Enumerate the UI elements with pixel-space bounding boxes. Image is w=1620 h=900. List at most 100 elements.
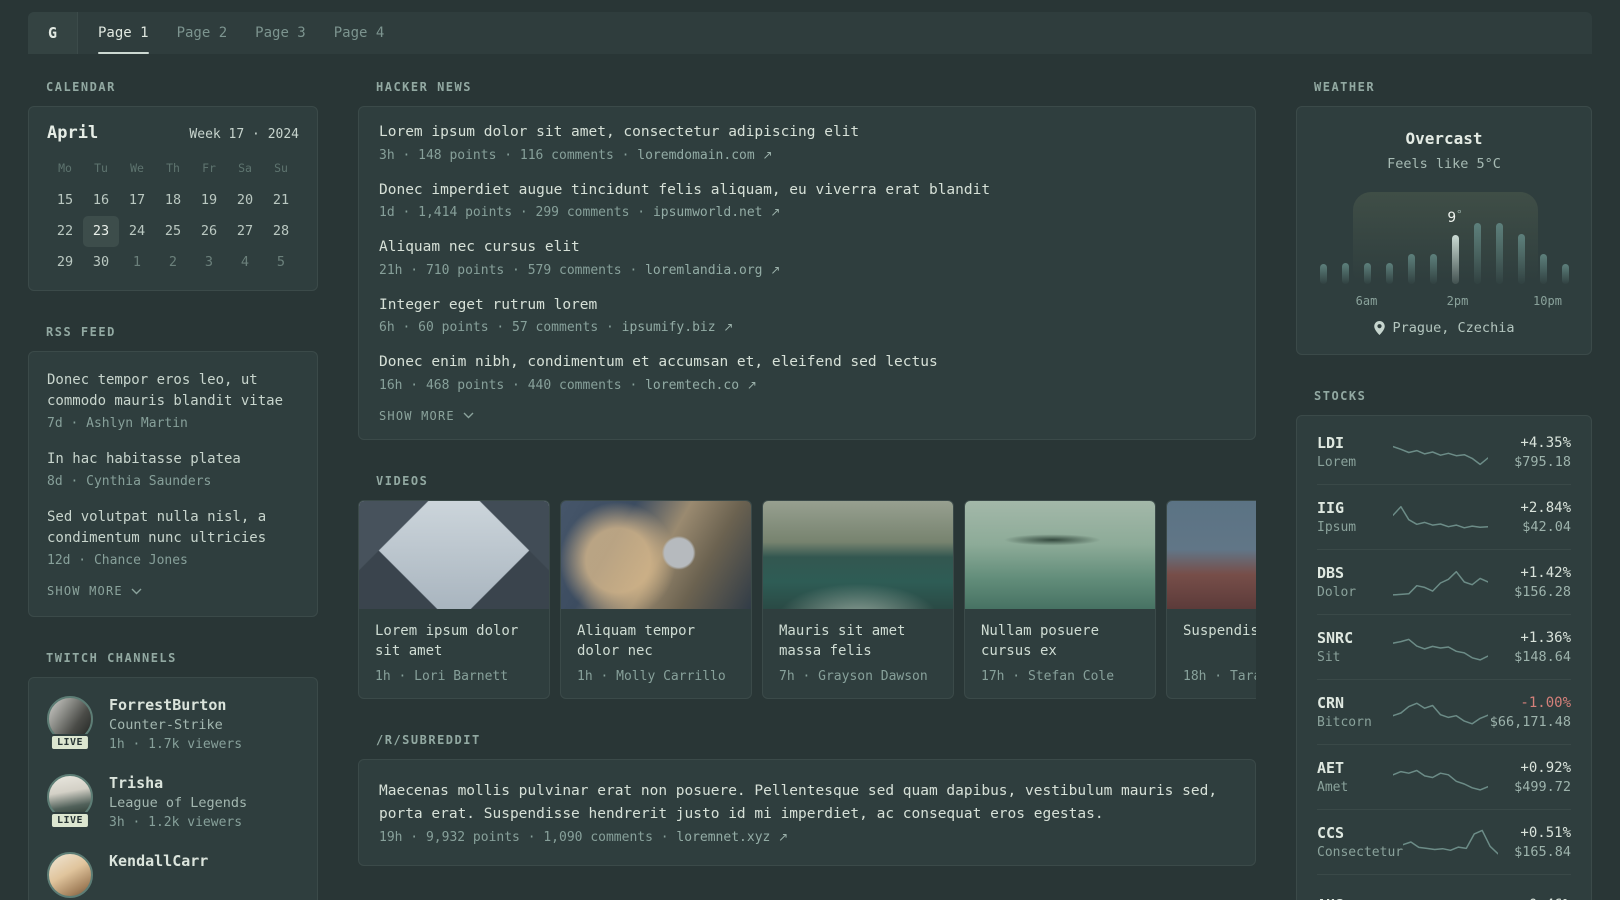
stock-row[interactable]: IIG Ipsum +2.84% $42.04 [1317, 484, 1571, 549]
time-label: 2pm [1446, 294, 1469, 308]
video-thumbnail[interactable] [763, 500, 953, 609]
video-meta: 18h · Tara [1183, 668, 1256, 684]
hn-show-more-button[interactable]: SHOW MORE [379, 409, 1235, 423]
hn-item-title[interactable]: Donec enim nibh, condimentum et accumsan… [379, 353, 1235, 373]
rss-show-more-button[interactable]: SHOW MORE [47, 584, 299, 598]
video-thumbnail[interactable] [359, 500, 549, 609]
channel-name[interactable]: ForrestBurton [109, 696, 242, 714]
reddit-post-domain[interactable]: loremnet.xyz [676, 830, 770, 845]
hn-item-domain[interactable]: loremdomain.com [637, 148, 754, 163]
calendar-card: April Week 17 · 2024 Mo Tu We Th Fr Sa S… [28, 106, 318, 291]
stock-ticker[interactable]: LDI [1317, 434, 1393, 452]
calendar-header: CALENDAR [46, 80, 116, 94]
video-title[interactable]: Mauris sit amet massa felis [779, 621, 937, 662]
stock-row[interactable]: DBS Dolor +1.42% $156.28 [1317, 549, 1571, 614]
video-title[interactable]: Nullam posuere cursus ex [981, 621, 1139, 662]
rss-item-title[interactable]: In hac habitasse platea [47, 449, 299, 470]
tab-page-4[interactable]: Page 4 [334, 12, 385, 54]
stock-ticker[interactable]: CRN [1317, 694, 1393, 712]
hn-item-meta: 16h · 468 points · 440 comments · loremt… [379, 377, 757, 393]
logo[interactable]: G [28, 12, 78, 54]
hn-item-domain[interactable]: loremtech.co [645, 378, 739, 393]
calendar-day: 18 [164, 192, 182, 208]
hn-item-title[interactable]: Aliquam nec cursus elit [379, 238, 1235, 258]
weather-bar-chart: 9° 6am 2pm 10pm [1319, 192, 1569, 308]
calendar-day: 22 [56, 223, 74, 239]
stock-row[interactable]: CCS Consectetur +0.51% $165.84 [1317, 809, 1571, 874]
twitch-channel[interactable]: KendallCarr [47, 852, 299, 898]
video-title[interactable]: Lorem ipsum dolor sit amet consectetu… [375, 621, 533, 662]
stock-change: +0.51% [1520, 824, 1571, 841]
video-card[interactable]: Aliquam tempor dolor nec pharetra… 1h · … [560, 499, 752, 699]
hn-item-domain[interactable]: ipsumworld.net [653, 205, 763, 220]
external-link-icon: ↗ [723, 320, 734, 335]
stock-price: $165.84 [1514, 843, 1571, 860]
hn-item-meta: 1d · 1,414 points · 299 comments · ipsum… [379, 205, 781, 221]
videos-header: VIDEOS [376, 473, 429, 488]
calendar-grid: Mo Tu We Th Fr Sa Su 15 16 17 18 19 20 2… [47, 157, 299, 278]
stock-row[interactable]: AHS +0.46% [1317, 874, 1571, 900]
channel-name[interactable]: Trisha [109, 774, 247, 792]
hn-item-title[interactable]: Lorem ipsum dolor sit amet, consectetur … [379, 123, 1235, 143]
weekday-label: Fr [202, 161, 216, 175]
video-card[interactable]: Lorem ipsum dolor sit amet consectetu… 1… [358, 499, 550, 699]
tab-page-3[interactable]: Page 3 [255, 12, 306, 54]
stock-change: +1.36% [1520, 629, 1571, 646]
stock-name: Amet [1317, 780, 1349, 795]
reddit-post-meta: 19h · 9,932 points · 1,090 comments · lo… [379, 830, 789, 846]
twitch-header: TWITCH CHANNELS [46, 651, 177, 665]
stock-ticker[interactable]: AET [1317, 759, 1393, 777]
reddit-post: Maecenas mollis pulvinar erat non posuer… [379, 780, 1235, 845]
stock-sparkline [1393, 500, 1489, 534]
twitch-channel[interactable]: LIVE ForrestBurton Counter-Strike 1h · 1… [47, 696, 299, 752]
tab-page-2[interactable]: Page 2 [177, 12, 228, 54]
stock-ticker[interactable]: IIG [1317, 499, 1393, 517]
twitch-channel[interactable]: LIVE Trisha League of Legends 3h · 1.2k … [47, 774, 299, 830]
hn-item-domain[interactable]: ipsumify.biz [622, 320, 716, 335]
video-title[interactable]: Aliquam tempor dolor nec pharetra… [577, 621, 735, 662]
stock-ticker[interactable]: CCS [1317, 824, 1403, 842]
weather-bar [1407, 254, 1415, 284]
calendar-day-next-month: 5 [276, 254, 286, 270]
rss-item-meta: 8d · Cynthia Saunders [47, 474, 212, 489]
video-meta: 7h · Grayson Dawson [779, 668, 928, 684]
weather-bar [1363, 263, 1371, 284]
stock-row[interactable]: AET Amet +0.92% $499.72 [1317, 744, 1571, 809]
stock-change: +0.92% [1520, 759, 1571, 776]
calendar-day-next-month: 4 [240, 254, 250, 270]
hacker-news-header: HACKER NEWS [376, 80, 472, 94]
reddit-post-title[interactable]: Maecenas mollis pulvinar erat non posuer… [379, 780, 1235, 826]
video-card[interactable]: Nullam posuere cursus ex 17h · Stefan Co… [964, 499, 1156, 699]
video-thumbnail[interactable] [561, 500, 751, 609]
stock-ticker[interactable]: AHS [1317, 896, 1393, 900]
stock-name: Ipsum [1317, 520, 1357, 535]
hn-item-title[interactable]: Integer eget rutrum lorem [379, 296, 1235, 316]
weather-card: Overcast Feels like 5°C 9° 6am 2pm 10pm [1296, 106, 1592, 355]
rss-item-meta: 12d · Chance Jones [47, 553, 188, 568]
weather-bar [1429, 254, 1437, 284]
rss-item-title[interactable]: Donec tempor eros leo, ut commodo mauris… [47, 370, 299, 412]
video-card[interactable]: Suspendisse diam 18h · Tara [1166, 499, 1256, 699]
rss-item-title[interactable]: Sed volutpat nulla nisl, a condimentum n… [47, 507, 299, 549]
video-thumbnail[interactable] [1167, 500, 1256, 609]
stock-price: $499.72 [1514, 778, 1571, 795]
stock-row[interactable]: LDI Lorem +4.35% $795.18 [1317, 420, 1571, 484]
tab-page-1[interactable]: Page 1 [98, 12, 149, 54]
stock-row[interactable]: SNRC Sit +1.36% $148.64 [1317, 614, 1571, 679]
middle-column: HACKER NEWS Lorem ipsum dolor sit amet, … [358, 80, 1256, 900]
channel-game: League of Legends [109, 795, 248, 811]
video-title[interactable]: Suspendisse diam [1183, 621, 1256, 662]
weather-bar [1341, 263, 1349, 284]
stock-row[interactable]: CRN Bitcorn -1.00% $66,171.48 [1317, 679, 1571, 744]
stock-change: +0.46% [1488, 897, 1571, 900]
stock-sparkline [1403, 825, 1499, 859]
stock-ticker[interactable]: DBS [1317, 564, 1393, 582]
weather-widget: WEATHER Overcast Feels like 5°C 9° 6am 2… [1296, 80, 1592, 355]
hn-item-domain[interactable]: loremlandia.org [645, 263, 762, 278]
stock-ticker[interactable]: SNRC [1317, 629, 1393, 647]
video-card[interactable]: Mauris sit amet massa felis 7h · Grayson… [762, 499, 954, 699]
video-thumbnail[interactable] [965, 500, 1155, 609]
weather-bar [1451, 235, 1459, 284]
channel-name[interactable]: KendallCarr [109, 852, 208, 870]
hn-item-title[interactable]: Donec imperdiet augue tincidunt felis al… [379, 181, 1235, 201]
